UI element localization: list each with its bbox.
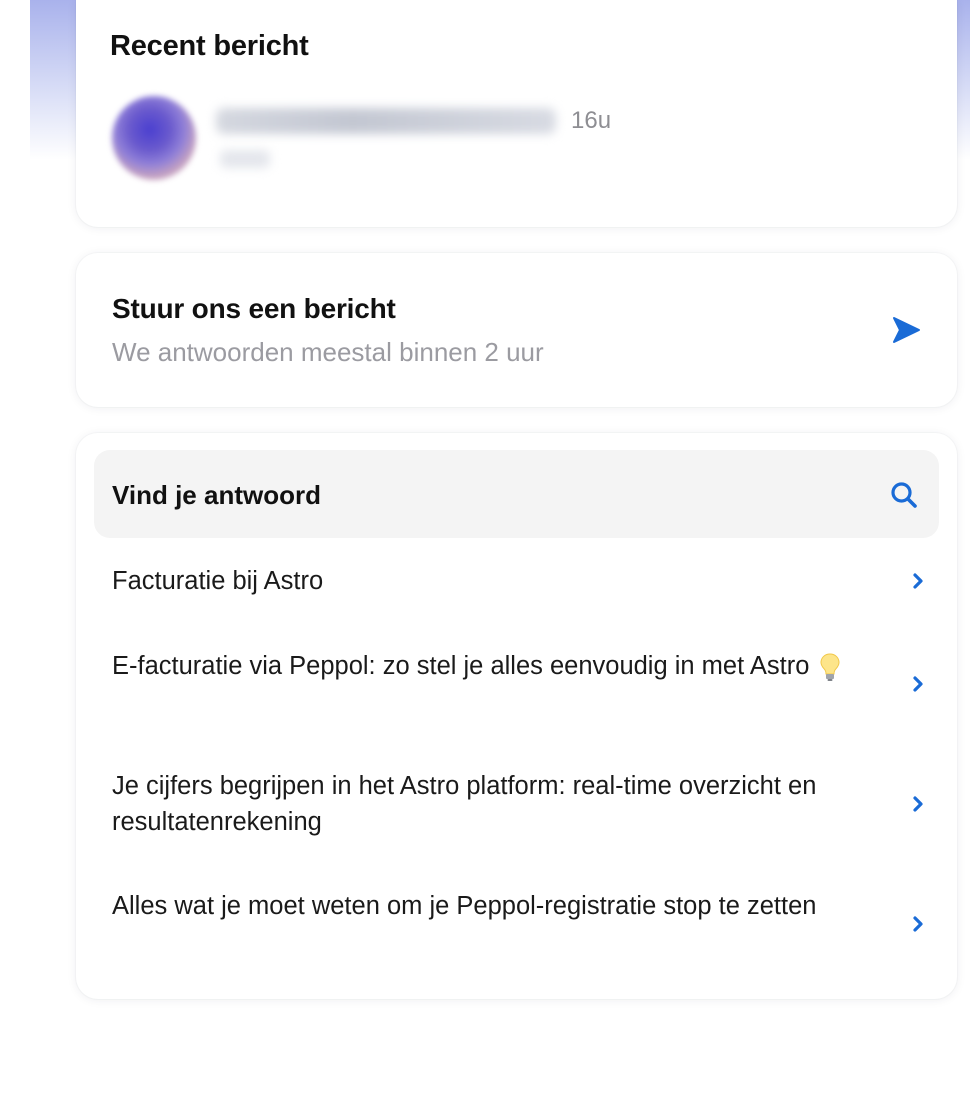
search-help-button[interactable]: Vind je antwoord <box>94 450 939 538</box>
chevron-right-icon <box>913 676 923 692</box>
search-label: Vind je antwoord <box>112 480 321 510</box>
lightbulb-icon <box>820 653 840 682</box>
send-message-subtitle: We antwoorden meestal binnen 2 uur <box>112 337 544 367</box>
send-message-button[interactable]: Stuur ons een bericht We antwoorden mees… <box>76 253 957 407</box>
search-icon <box>891 482 917 508</box>
recent-message-heading: Recent bericht <box>110 30 309 62</box>
send-message-title: Stuur ons een bericht <box>112 293 396 324</box>
help-article-item[interactable]: E-facturatie via Peppol: zo stel je alle… <box>112 648 923 692</box>
message-time: 16u <box>571 107 612 134</box>
send-icon <box>893 317 920 343</box>
recent-message-card: Recent bericht 16u <box>76 0 957 227</box>
help-article-item[interactable]: Alles wat je moet weten om je Peppol-reg… <box>112 888 923 932</box>
avatar <box>112 96 196 180</box>
help-article-title: Facturatie bij Astro <box>112 567 324 595</box>
chevron-right-icon <box>913 916 923 932</box>
help-article-item[interactable]: Je cijfers begrijpen in het Astro platfo… <box>112 768 923 840</box>
help-center-card: Vind je antwoord Facturatie bij Astro E-… <box>76 433 957 999</box>
help-article-title: Alles wat je moet weten om je Peppol-reg… <box>112 892 817 920</box>
help-article-title: Je cijfers begrijpen in het Astro platfo… <box>112 772 817 836</box>
help-article-title: E-facturatie via Peppol: zo stel je alle… <box>112 648 872 684</box>
recent-conversation-item[interactable]: 16u <box>112 90 932 186</box>
chevron-right-icon <box>913 796 923 812</box>
chevron-right-icon <box>913 573 923 589</box>
help-article-item[interactable]: Facturatie bij Astro <box>112 563 923 599</box>
blurred-message-preview <box>216 108 556 134</box>
blurred-sender <box>220 150 270 168</box>
